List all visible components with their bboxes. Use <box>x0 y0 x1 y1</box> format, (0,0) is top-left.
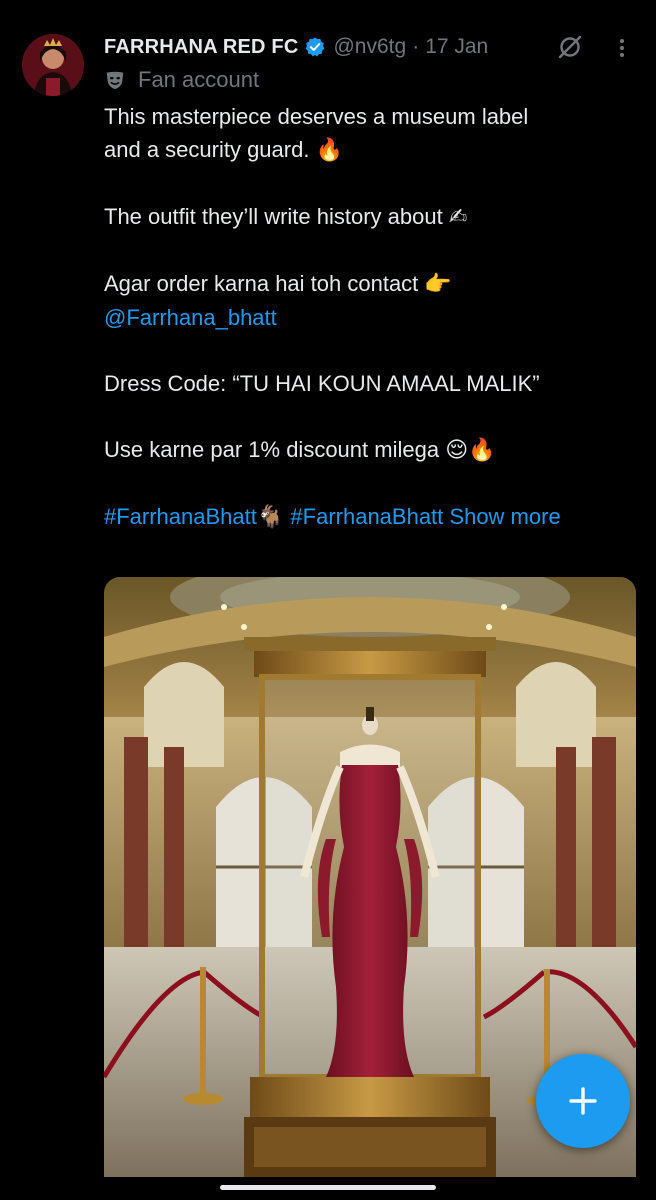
goat-emoji: 🐐 <box>256 505 285 530</box>
author-avatar[interactable] <box>22 34 84 96</box>
grok-icon[interactable] <box>556 33 584 61</box>
hashtag-link[interactable]: #FarrhanaBhatt <box>104 504 257 529</box>
tweet-line: This masterpiece deserves a museum label <box>104 100 624 133</box>
tweet-line: #FarrhanaBhatt🐐 #FarrhanaBhatt Show more <box>104 500 624 534</box>
plus-icon <box>569 1087 597 1115</box>
verified-badge-icon <box>304 36 326 58</box>
avatar-photo <box>22 34 84 96</box>
hashtag-link[interactable]: #FarrhanaBhatt <box>290 504 443 529</box>
show-more-link[interactable]: Show more <box>449 504 560 529</box>
author-display-name[interactable]: FARRHANA RED FC <box>104 36 298 59</box>
pointing-hand-emoji: 👉 <box>424 272 452 297</box>
tweet-text-line-5: Dress Code: “TU HAI KOUN AMAAL MALIK” <box>104 371 540 396</box>
tweet-line: and a security guard. 🔥 <box>104 133 624 167</box>
tweet-line: Dress Code: “TU HAI KOUN AMAAL MALIK” <box>104 367 624 400</box>
tweet-header: FARRHANA RED FC @nv6tg · 17 Jan <box>104 32 488 62</box>
more-options-icon[interactable] <box>610 36 634 60</box>
tweet-line: Use karne par 1% discount milega 😌🔥 <box>104 433 624 467</box>
tweet-date[interactable]: 17 Jan <box>425 35 488 59</box>
account-label-text: Fan account <box>138 67 260 92</box>
tweet-text-line-1: This masterpiece deserves a museum label <box>104 104 529 129</box>
tweet-text-line-4: Agar order karna hai toh contact <box>104 271 419 296</box>
tweet-screen: FARRHANA RED FC @nv6tg · 17 Jan Fan acco… <box>0 0 656 1200</box>
account-label[interactable]: Fan account <box>104 66 259 94</box>
theater-mask-icon <box>104 69 126 91</box>
writing-hand-emoji: ✍ <box>448 205 468 230</box>
home-indicator[interactable] <box>220 1185 436 1190</box>
fire-emoji: 🔥 <box>315 138 343 163</box>
relieved-fire-emoji: 😌🔥 <box>445 438 496 463</box>
tweet-text-line-6: Use karne par 1% discount milega <box>104 437 440 462</box>
author-handle[interactable]: @nv6tg <box>333 35 406 59</box>
compose-button[interactable] <box>536 1054 630 1148</box>
meta-separator: · <box>412 35 420 58</box>
tweet-line: The outfit they’ll write history about ✍ <box>104 200 624 234</box>
mention-link[interactable]: @Farrhana_bhatt <box>104 305 277 330</box>
tweet-text-line-3: The outfit they’ll write history about <box>104 204 443 229</box>
tweet-body: This masterpiece deserves a museum label… <box>104 100 624 534</box>
tweet-text-line-2: and a security guard. <box>104 137 310 162</box>
tweet-line: Agar order karna hai toh contact 👉 <box>104 267 624 301</box>
tweet-line: @Farrhana_bhatt <box>104 301 624 334</box>
